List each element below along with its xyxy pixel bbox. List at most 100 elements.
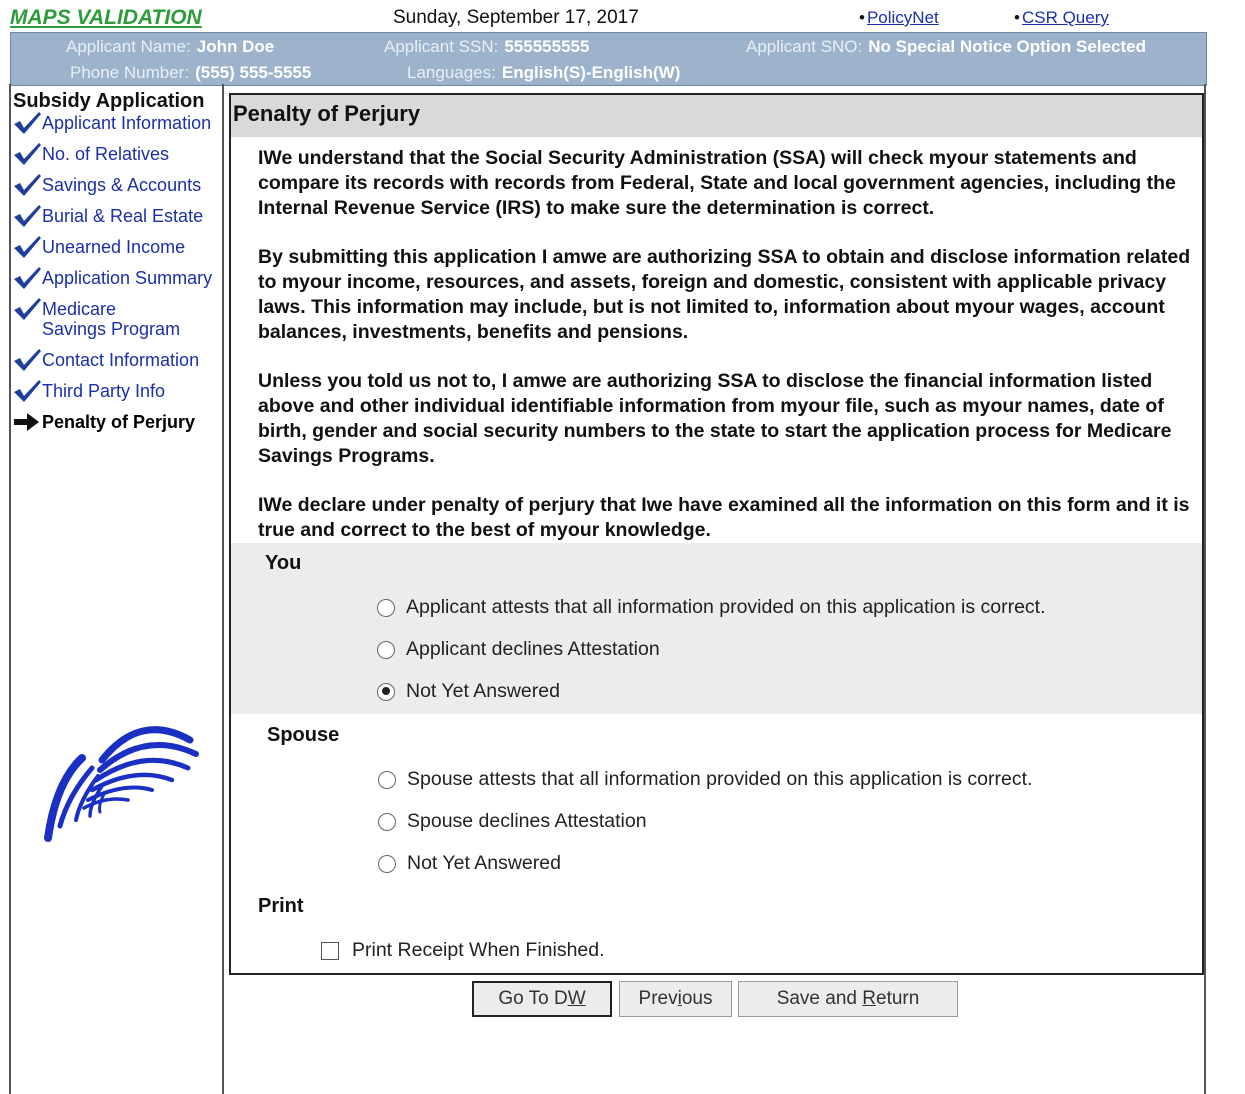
checkbox[interactable] bbox=[321, 941, 339, 960]
arrow-right-icon bbox=[14, 413, 39, 431]
applicant-ssn: Applicant SSN: 555555555 bbox=[384, 37, 589, 57]
eagle-logo-icon bbox=[44, 726, 199, 842]
sidebar-item-medicare-savings-program[interactable]: Medicare Savings Program bbox=[12, 298, 182, 339]
applicant-info-bar: Applicant Name: John Doe Applicant SSN: 55… bbox=[10, 32, 1207, 86]
panel-header: Penalty of Perjury bbox=[231, 95, 1202, 137]
you-attests-radio[interactable]: Applicant attests that all information p… bbox=[377, 596, 1046, 619]
you-declines-radio[interactable]: Applicant declines Attestation bbox=[377, 638, 660, 661]
sidebar-item-label: Third Party Info bbox=[42, 381, 166, 401]
sidebar-item-burial-real-estate[interactable]: Burial & Real Estate bbox=[12, 205, 227, 228]
phone-number-value: (555) 555-5555 bbox=[195, 63, 312, 82]
sidebar-item-label: Application Summary bbox=[42, 268, 213, 288]
sidebar-item-label: Medicare Savings Program bbox=[42, 299, 181, 339]
checkmark-icon bbox=[14, 267, 41, 289]
radio-button[interactable] bbox=[378, 854, 396, 873]
sidebar-item-savings-accounts[interactable]: Savings & Accounts bbox=[12, 174, 227, 197]
button-label: Prev bbox=[638, 988, 678, 1009]
radio-button[interactable] bbox=[378, 770, 396, 789]
applicant-name: Applicant Name: John Doe bbox=[66, 37, 274, 57]
sidebar: Subsidy Application Applicant Informatio… bbox=[12, 88, 222, 1094]
radio-button[interactable] bbox=[378, 812, 396, 831]
sidebar-item-unearned-income[interactable]: Unearned Income bbox=[12, 236, 227, 259]
save-and-return-button[interactable]: Save and Return bbox=[738, 981, 958, 1017]
sidebar-item-label: Applicant Information bbox=[42, 113, 212, 133]
sidebar-item-label: Savings & Accounts bbox=[42, 175, 202, 195]
sidebar-title: Subsidy Application bbox=[13, 90, 205, 112]
paragraph-authorization: By submitting this application I amwe ar… bbox=[258, 246, 1191, 343]
button-accelerator: W bbox=[567, 988, 586, 1009]
sidebar-item-label: Unearned Income bbox=[42, 237, 186, 257]
spouse-attests-radio[interactable]: Spouse attests that all information prov… bbox=[378, 768, 1032, 791]
frame-left-border bbox=[9, 84, 11, 1094]
print-label: Print bbox=[258, 895, 304, 917]
radio-label: Not Yet Answered bbox=[407, 852, 561, 874]
checkbox-label: Print Receipt When Finished. bbox=[352, 939, 605, 961]
radio-button[interactable] bbox=[377, 598, 395, 617]
policynet-link[interactable]: • PolicyNet bbox=[859, 8, 939, 28]
radio-label: Spouse declines Attestation bbox=[407, 810, 647, 832]
paragraph-declaration: IWe declare under penalty of perjury tha… bbox=[258, 494, 1190, 541]
penalty-of-perjury-panel: Penalty of Perjury IWe understand that t… bbox=[229, 93, 1204, 975]
sidebar-item-label: Burial & Real Estate bbox=[42, 206, 204, 226]
page-title: Penalty of Perjury bbox=[233, 101, 421, 126]
spouse-not-yet-answered-radio[interactable]: Not Yet Answered bbox=[378, 852, 561, 875]
applicant-name-label: Applicant Name: bbox=[66, 37, 191, 56]
go-to-dw-button[interactable]: Go To DW bbox=[472, 981, 612, 1017]
sidebar-item-application-summary[interactable]: Application Summary bbox=[12, 267, 227, 290]
button-label-rest: eturn bbox=[876, 988, 920, 1009]
checkmark-icon bbox=[14, 349, 41, 371]
languages-value: English(S)-English(W) bbox=[501, 63, 681, 82]
spouse-label: Spouse bbox=[267, 724, 340, 746]
previous-button[interactable]: Prev i ous bbox=[619, 981, 732, 1017]
top-bar: MAPS VALIDATION Sunday, September 17, 20… bbox=[0, 0, 1245, 32]
frame-divider bbox=[222, 84, 224, 1094]
radio-label: Spouse attests that all information prov… bbox=[407, 768, 1033, 790]
applicant-ssn-label: Applicant SSN: bbox=[384, 37, 499, 56]
checkmark-icon bbox=[14, 380, 41, 402]
sidebar-item-contact-information[interactable]: Contact Information bbox=[12, 349, 227, 372]
csr-query-link[interactable]: • CSR Query bbox=[1014, 8, 1109, 28]
policynet-link-label[interactable]: PolicyNet bbox=[867, 8, 939, 27]
applicant-name-value: John Doe bbox=[196, 37, 275, 56]
applicant-sno-label: Applicant SNO: bbox=[746, 37, 863, 56]
phone-number-label: Phone Number: bbox=[70, 63, 190, 82]
radio-label: Applicant attests that all information p… bbox=[406, 596, 1046, 618]
languages-label: Languages: bbox=[407, 63, 496, 82]
checkmark-icon bbox=[14, 236, 41, 258]
checkmark-icon bbox=[14, 112, 41, 134]
app-title[interactable]: MAPS VALIDATION bbox=[10, 6, 202, 30]
sidebar-item-applicant-information[interactable]: Applicant Information bbox=[12, 112, 227, 135]
radio-label: Not Yet Answered bbox=[406, 680, 560, 702]
checkmark-icon bbox=[14, 174, 41, 196]
csr-query-link-label[interactable]: CSR Query bbox=[1022, 8, 1109, 27]
spouse-declines-radio[interactable]: Spouse declines Attestation bbox=[378, 810, 647, 833]
checkmark-icon bbox=[14, 298, 41, 320]
radio-label: Applicant declines Attestation bbox=[406, 638, 660, 660]
current-date: Sunday, September 17, 2017 bbox=[393, 7, 639, 28]
radio-button[interactable] bbox=[377, 640, 395, 659]
sidebar-item-penalty-of-perjury[interactable]: Penalty of Perjury bbox=[12, 412, 227, 434]
radio-button-selected[interactable] bbox=[377, 682, 395, 701]
you-not-yet-answered-radio[interactable]: Not Yet Answered bbox=[377, 680, 560, 703]
link-bullet: • bbox=[1014, 8, 1020, 27]
print-receipt-checkbox[interactable]: Print Receipt When Finished. bbox=[321, 939, 605, 962]
languages: Languages: English(S)-English(W) bbox=[407, 63, 680, 83]
button-label: Save and bbox=[776, 988, 863, 1009]
link-bullet: • bbox=[859, 8, 865, 27]
frame-right-border bbox=[1204, 84, 1206, 1094]
paragraph-ssa-check: IWe understand that the Social Security … bbox=[258, 147, 1176, 219]
sidebar-item-no-of-relatives[interactable]: No. of Relatives bbox=[12, 143, 227, 166]
sidebar-item-label: Contact Information bbox=[42, 350, 200, 370]
applicant-sno: Applicant SNO: No Special Notice Option S… bbox=[746, 37, 1146, 57]
sidebar-item-third-party-info[interactable]: Third Party Info bbox=[12, 380, 227, 403]
checkmark-icon bbox=[14, 143, 41, 165]
sidebar-item-label: Penalty of Perjury bbox=[42, 412, 196, 432]
button-label-rest: ous bbox=[681, 988, 713, 1009]
button-accelerator: R bbox=[862, 988, 876, 1009]
you-label: You bbox=[265, 552, 302, 574]
paragraph-disclosure: Unless you told us not to, I amwe are au… bbox=[258, 370, 1172, 467]
applicant-sno-value: No Special Notice Option Selected bbox=[868, 37, 1146, 56]
checkmark-icon bbox=[14, 205, 41, 227]
phone-number: Phone Number: (555) 555-5555 bbox=[70, 63, 311, 83]
sidebar-item-label: No. of Relatives bbox=[42, 144, 170, 164]
